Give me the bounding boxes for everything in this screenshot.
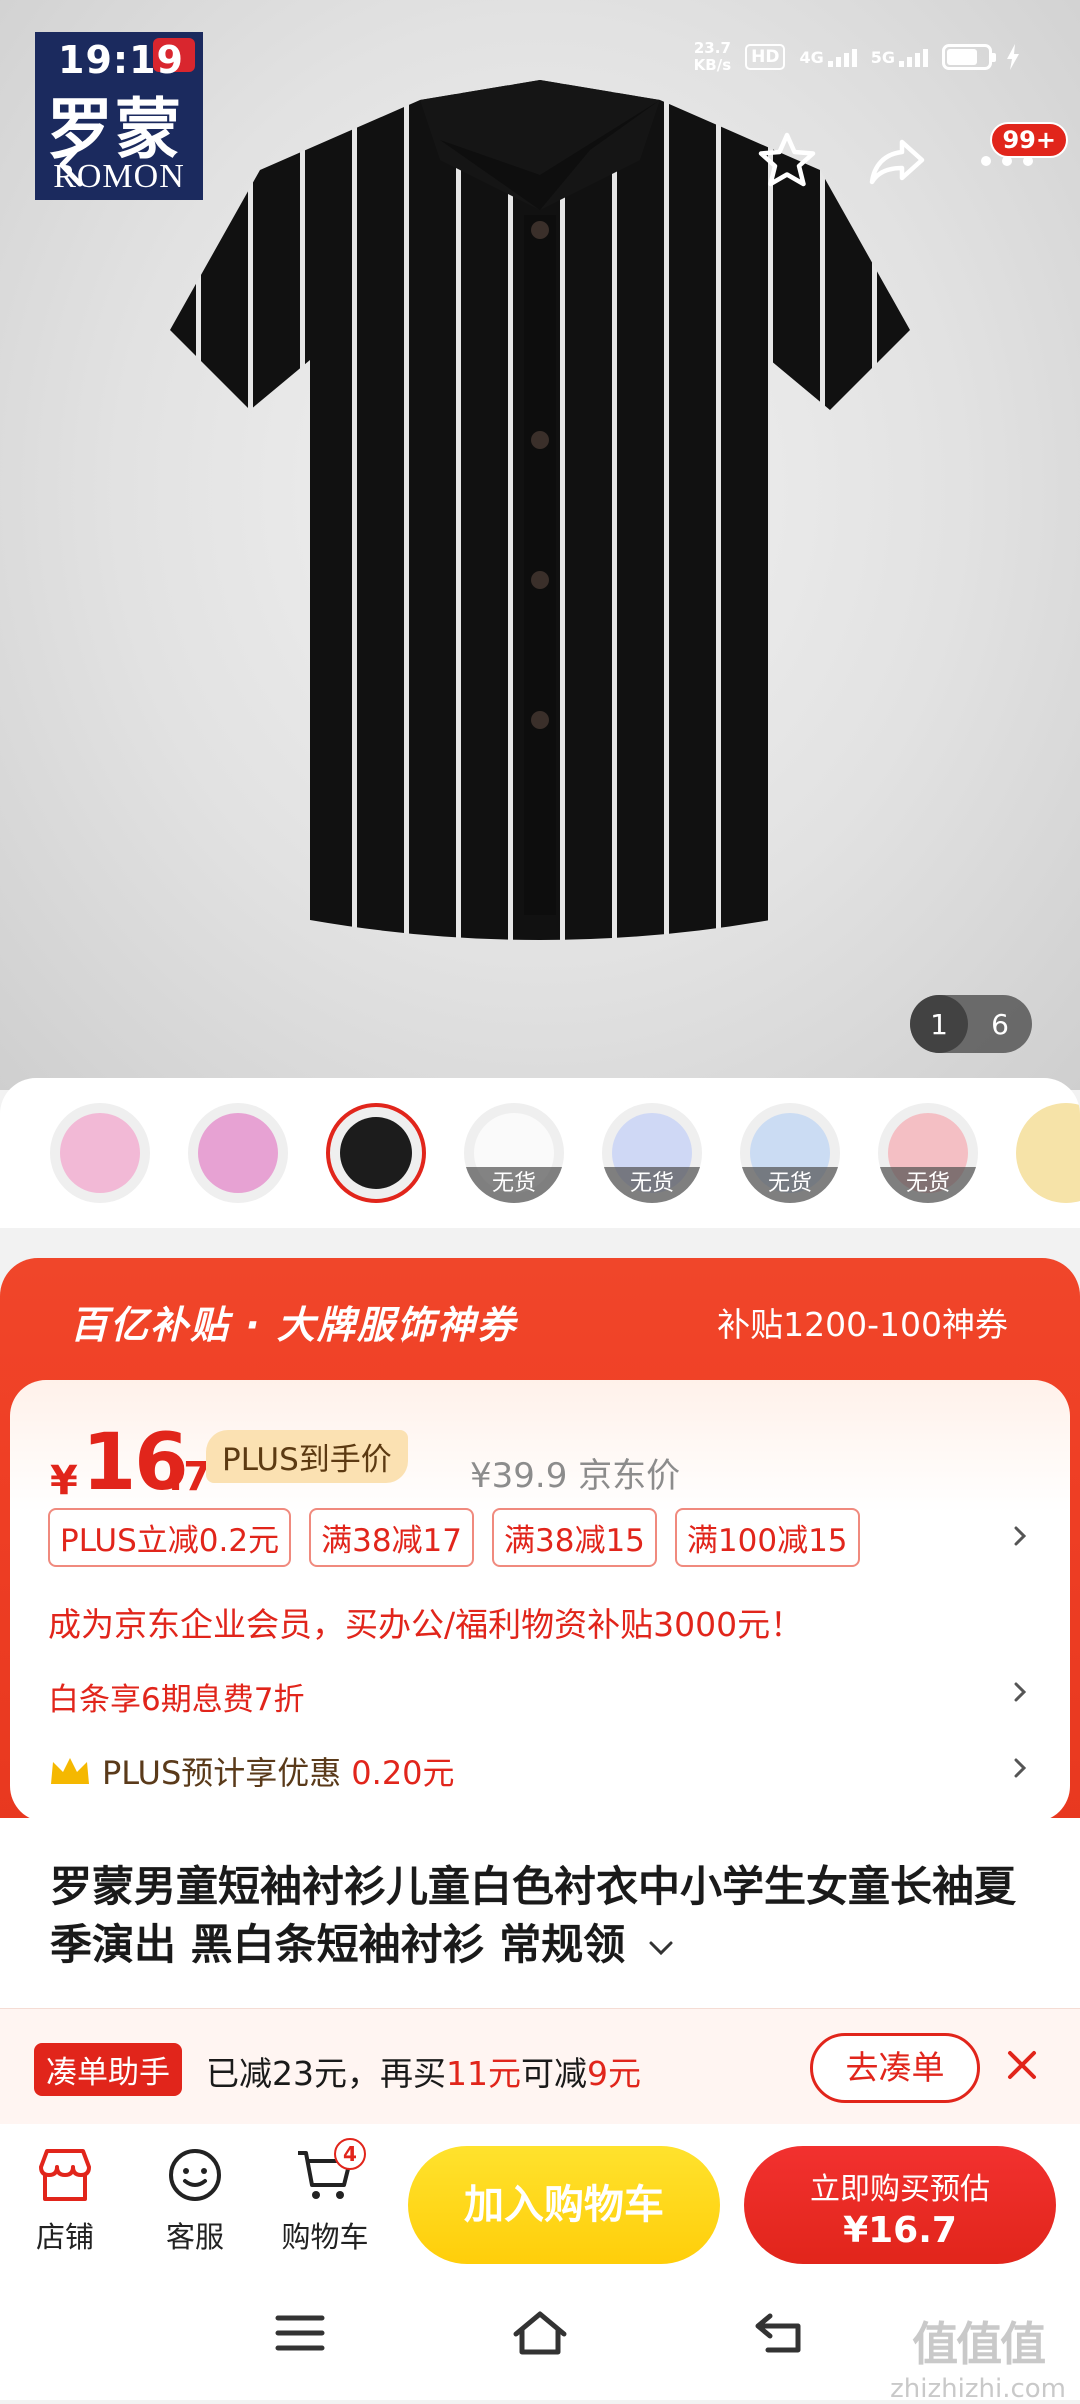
status-icons: 23.7 KB/s HD 4G 5G: [694, 40, 1020, 74]
product-photo-shirt: [170, 80, 910, 940]
promo-banner-subtitle[interactable]: 补贴1200-100神券: [717, 1298, 1008, 1346]
status-bar: 19:19 23.7 KB/s HD 4G 5G: [0, 0, 1080, 120]
plus-price-label: PLUS到手价: [206, 1430, 408, 1483]
price-currency: ¥: [50, 1458, 78, 1504]
bundle-assistant-bar: 凑单助手 已减23元，再买11元可减9元 去凑单: [0, 2008, 1080, 2124]
variant-thumbnail[interactable]: 无货: [602, 1103, 702, 1203]
status-time: 19:19: [58, 38, 184, 82]
back-icon[interactable]: [48, 140, 98, 190]
enterprise-member-promo[interactable]: 成为京东企业会员，买办公/福利物资补贴3000元！: [48, 1598, 803, 1646]
bundle-assistant-tag: 凑单助手: [34, 2043, 182, 2096]
go-bundle-button[interactable]: 去凑单: [810, 2033, 980, 2103]
message-count-badge: 99+: [990, 122, 1068, 158]
share-icon[interactable]: [864, 128, 930, 194]
product-title[interactable]: 罗蒙男童短袖衬衫儿童白色衬衣中小学生女童长袖夏季演出 黑白条短袖衬衫 常规领: [50, 1858, 1040, 1974]
variant-strip: 无货 无货 无货 无货: [0, 1078, 1080, 1228]
signal-4g-icon: 4G: [799, 48, 857, 67]
add-to-cart-button[interactable]: 加入购物车: [408, 2146, 720, 2264]
chevron-down-icon[interactable]: [646, 1937, 676, 1959]
promo-banner-title: 百亿补贴 · 大牌服饰神券: [70, 1303, 517, 1347]
bottom-action-bar: 店铺 客服 4 购物车 加入购物车 立即购买预估 ¥16.7: [0, 2124, 1080, 2264]
coupon-tag[interactable]: 满38减15: [492, 1508, 657, 1567]
coupon-tag[interactable]: PLUS立减0.2元: [48, 1508, 292, 1567]
variant-thumbnail[interactable]: 无货: [878, 1103, 978, 1203]
plus-discount-row[interactable]: PLUS预计享优惠 0.20元: [48, 1748, 455, 1794]
variant-swatch: [198, 1113, 278, 1193]
original-price: ¥39.9 京东价: [470, 1456, 681, 1496]
net-speed: 23.7 KB/s: [693, 39, 732, 74]
variant-swatch: [340, 1117, 412, 1189]
coupon-list[interactable]: PLUS立减0.2元 满38减17 满38减15 满100减15: [48, 1508, 860, 1567]
variant-thumbnail[interactable]: [188, 1103, 288, 1203]
product-image-gallery[interactable]: 19:19 23.7 KB/s HD 4G 5G 罗蒙 ROMON 99+ 1 …: [0, 0, 1080, 1090]
bundle-assistant-text: 已减23元，再买11元可减9元: [206, 2054, 641, 2093]
variant-swatch: [60, 1113, 140, 1193]
variant-thumbnail[interactable]: [50, 1103, 150, 1203]
cart-button[interactable]: 4 购物车: [270, 2138, 380, 2256]
chevron-right-icon[interactable]: [1008, 1680, 1032, 1704]
variant-thumbnail[interactable]: 无货: [464, 1103, 564, 1203]
coupon-tag[interactable]: 满38减17: [309, 1508, 474, 1567]
gallery-page-indicator: 1 6: [910, 995, 1032, 1053]
battery-icon: [942, 44, 996, 70]
price-card: ¥ 16 .7 PLUS到手价 ¥39.9 京东价 PLUS立减0.2元 满38…: [10, 1380, 1070, 1822]
menu-icon[interactable]: [270, 2308, 330, 2358]
favorite-star-icon[interactable]: [754, 128, 820, 194]
crown-icon: [51, 1758, 89, 1784]
buy-now-button[interactable]: 立即购买预估 ¥16.7: [744, 2146, 1056, 2264]
hd-icon: HD: [745, 44, 786, 70]
out-of-stock-label: 无货: [464, 1167, 564, 1203]
more-icon[interactable]: 99+: [974, 122, 1068, 194]
variant-thumbnail[interactable]: [1016, 1103, 1080, 1203]
coupon-tag[interactable]: 满100减15: [674, 1508, 860, 1567]
out-of-stock-label: 无货: [740, 1167, 840, 1203]
top-actions: 99+: [754, 122, 1068, 194]
system-nav-bar: 值值值 zhizhizhi.com: [0, 2264, 1080, 2404]
home-icon[interactable]: [510, 2308, 570, 2358]
charging-icon: [1007, 44, 1019, 70]
customer-service-button[interactable]: 客服: [140, 2144, 250, 2256]
variant-thumbnail[interactable]: 无货: [740, 1103, 840, 1203]
close-icon[interactable]: [1004, 2047, 1040, 2083]
signal-5g-icon: 5G: [871, 48, 928, 67]
watermark: 值值值 zhizhizhi.com: [890, 2317, 1066, 2404]
back-nav-icon[interactable]: [750, 2308, 810, 2358]
out-of-stock-label: 无货: [602, 1167, 702, 1203]
out-of-stock-label: 无货: [878, 1167, 978, 1203]
chevron-right-icon[interactable]: [1008, 1524, 1032, 1548]
store-button[interactable]: 店铺: [10, 2144, 120, 2256]
store-icon: [39, 2149, 91, 2201]
variant-thumbnail[interactable]: [326, 1103, 426, 1203]
chevron-right-icon[interactable]: [1008, 1756, 1032, 1780]
baitiao-installment[interactable]: 白条享6期息费7折: [48, 1674, 304, 1719]
cart-count-badge: 4: [334, 2138, 366, 2170]
price-decimal: .7: [168, 1454, 212, 1500]
product-title-section: 罗蒙男童短袖衬衫儿童白色衬衣中小学生女童长袖夏季演出 黑白条短袖衬衫 常规领: [0, 1818, 1080, 2008]
promo-section: 百亿补贴 · 大牌服饰神券 补贴1200-100神券 ¥ 16 .7 PLUS到…: [0, 1258, 1080, 1838]
service-icon: [169, 2149, 221, 2201]
